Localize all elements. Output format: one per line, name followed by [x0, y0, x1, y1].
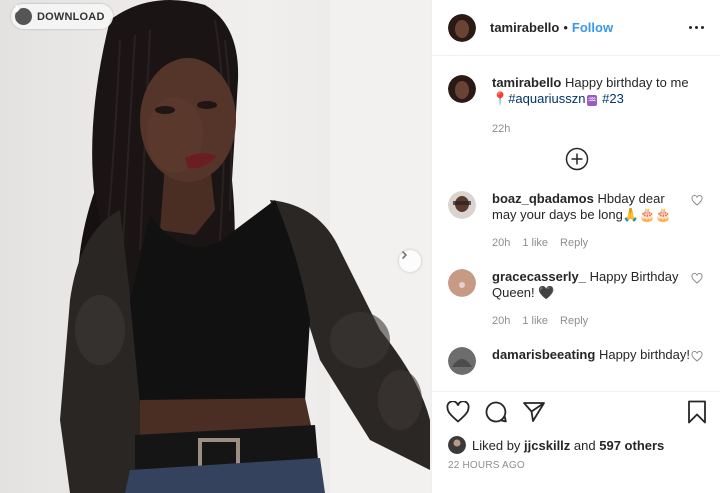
like-comment-heart-icon[interactable]: [691, 193, 705, 251]
comment-likes[interactable]: 1 like: [522, 235, 548, 251]
post-timestamp[interactable]: 22 HOURS AGO: [432, 454, 720, 471]
caption-avatar[interactable]: [448, 75, 476, 103]
bookmark-icon[interactable]: [687, 400, 707, 429]
caption-username[interactable]: tamirabello: [492, 75, 561, 90]
follow-button[interactable]: Follow: [572, 20, 613, 35]
portrait-illustration: [60, 0, 431, 493]
reply-button[interactable]: Reply: [560, 235, 588, 251]
comment-time[interactable]: 20h: [492, 313, 510, 329]
comment-likes[interactable]: 1 like: [522, 313, 548, 329]
liker-username[interactable]: jjcskillz: [524, 438, 570, 453]
hashtag-aquariusszn[interactable]: #aquariusszn: [508, 91, 585, 106]
likes-summary: Liked by jjcskillz and 597 others: [432, 436, 720, 454]
comment-item: gracecasserly_ Happy Birthday Queen! 🖤 2…: [448, 269, 705, 329]
hashtag-23[interactable]: #23: [602, 91, 624, 106]
post-actions: Liked by jjcskillz and 597 others 22 HOU…: [432, 391, 720, 471]
comment-item: boaz_qbadamos Hbday dear may your days b…: [448, 191, 705, 251]
liker-avatar[interactable]: [448, 436, 466, 454]
share-paper-plane-icon[interactable]: [522, 401, 546, 428]
aquarius-emoji: ♒: [586, 95, 598, 106]
download-button[interactable]: DOWNLOAD: [11, 4, 113, 29]
comment-item: damarisbeeating Happy birthday!: [448, 347, 705, 375]
like-heart-icon[interactable]: [446, 399, 470, 428]
more-options-icon[interactable]: [689, 26, 704, 29]
caption-text: tamirabello Happy birthday to me 📍#aquar…: [492, 75, 705, 109]
author-username[interactable]: tamirabello: [490, 20, 559, 35]
author-avatar[interactable]: [448, 13, 476, 42]
comment-username[interactable]: boaz_qbadamos: [492, 191, 594, 206]
comment-time[interactable]: 20h: [492, 235, 510, 251]
comments-list[interactable]: tamirabello Happy birthday to me 📍#aquar…: [432, 57, 720, 390]
reply-button[interactable]: Reply: [560, 313, 588, 329]
download-label: DOWNLOAD: [37, 10, 105, 23]
others-count-link[interactable]: 597 others: [599, 438, 664, 453]
comment-username[interactable]: damarisbeeating: [492, 347, 595, 362]
download-icon: [13, 5, 32, 25]
caption: tamirabello Happy birthday to me 📍#aquar…: [448, 75, 705, 137]
likes-and: and: [573, 437, 596, 453]
pin-emoji: 📍: [492, 91, 509, 106]
like-comment-heart-icon[interactable]: [691, 271, 705, 329]
instagram-post-modal: DOWNLOAD tamirabello • Follow tamirabell…: [0, 0, 720, 493]
commenter-avatar[interactable]: [448, 347, 476, 375]
comment-bubble-icon[interactable]: [484, 400, 508, 429]
load-more-comments-button[interactable]: [448, 141, 705, 181]
liked-by-prefix: Liked by: [472, 437, 521, 453]
like-comment-heart-icon[interactable]: [691, 349, 705, 375]
caption-message: Happy birthday to me: [564, 75, 689, 90]
post-side-panel: tamirabello • Follow tamirabello Happy b…: [431, 0, 720, 493]
caption-time[interactable]: 22h: [492, 121, 510, 137]
comment-text: Happy birthday!: [598, 347, 691, 362]
separator-dot: •: [563, 20, 568, 35]
commenter-avatar[interactable]: [448, 191, 476, 219]
commenter-avatar[interactable]: [448, 269, 476, 297]
post-photo[interactable]: DOWNLOAD: [0, 0, 431, 493]
next-photo-button[interactable]: [399, 250, 421, 272]
comment-username[interactable]: gracecasserly_: [492, 269, 586, 284]
post-header: tamirabello • Follow: [432, 0, 720, 56]
plus-circle-icon: [565, 147, 589, 176]
